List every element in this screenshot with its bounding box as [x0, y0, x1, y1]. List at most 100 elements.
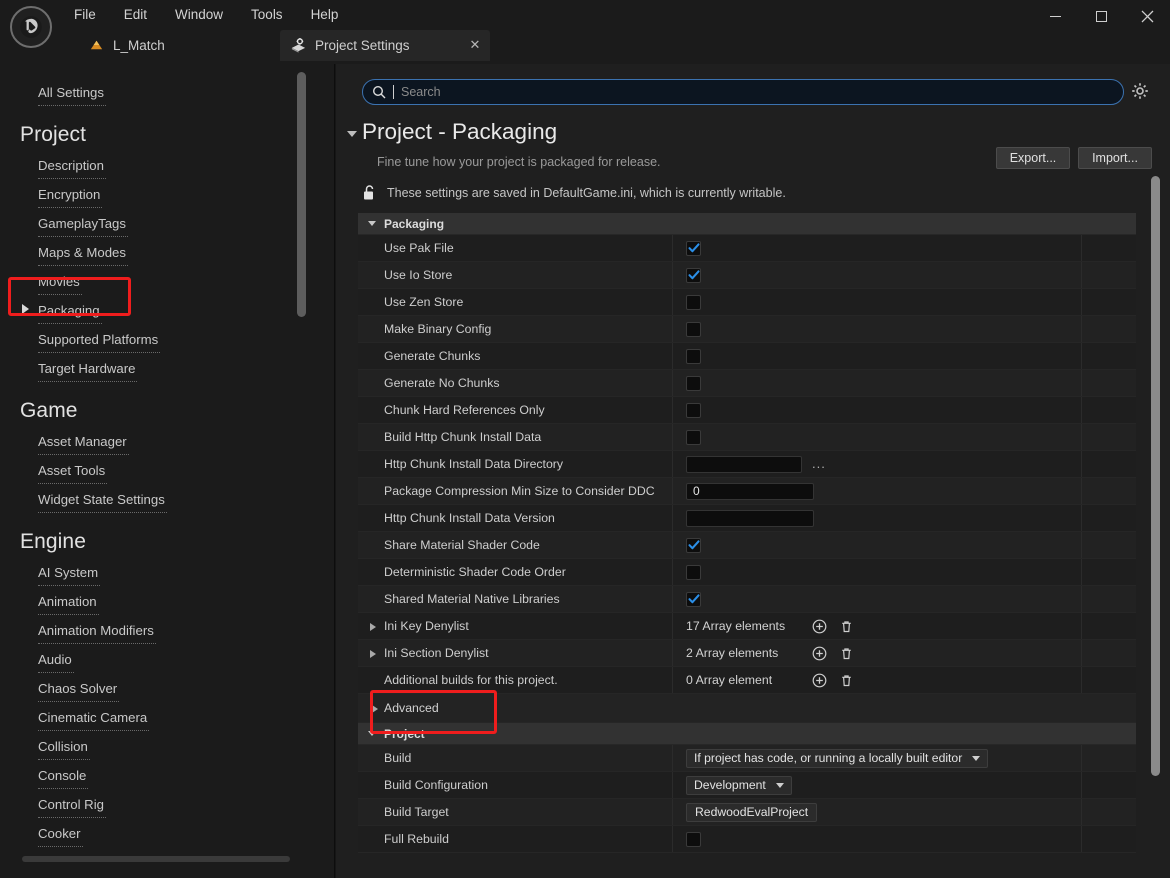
page-collapse-icon[interactable] — [347, 131, 357, 137]
use-pak-file-checkbox[interactable] — [686, 240, 701, 256]
browse-ellipsis-icon[interactable]: ... — [812, 457, 826, 470]
tab-project-settings[interactable]: Project Settings ✕ — [280, 30, 490, 61]
table-row[interactable]: Deterministic Shader Code Order — [358, 559, 1136, 586]
table-row[interactable]: Http Chunk Install Data Version — [358, 505, 1136, 532]
sidebar-item-supported-platforms[interactable]: Supported Platforms — [38, 327, 161, 353]
delete-array-button[interactable] — [838, 618, 855, 635]
table-row[interactable]: Generate Chunks — [358, 343, 1136, 370]
table-row[interactable]: Ini Section Denylist 2 Array elements — [358, 640, 1136, 667]
sidebar-item-widget-state-settings[interactable]: Widget State Settings — [38, 487, 167, 513]
sidebar-item-encryption[interactable]: Encryption — [38, 182, 103, 208]
sidebar-item-animation-modifiers[interactable]: Animation Modifiers — [38, 618, 156, 644]
chunk-hard-references-only-checkbox[interactable] — [686, 402, 701, 418]
sidebar-vertical-scrollbar[interactable] — [297, 72, 306, 317]
add-array-element-button[interactable] — [811, 672, 828, 689]
table-row[interactable]: Full Rebuild — [358, 826, 1136, 853]
shared-material-native-libraries-checkbox[interactable] — [686, 591, 701, 607]
export-button[interactable]: Export... — [996, 147, 1070, 169]
table-row[interactable]: Package Compression Min Size to Consider… — [358, 478, 1136, 505]
sidebar-item-target-hardware[interactable]: Target Hardware — [38, 356, 138, 382]
sidebar-item-asset-tools[interactable]: Asset Tools — [38, 458, 108, 484]
table-row[interactable]: Additional builds for this project. 0 Ar… — [358, 667, 1136, 694]
generate-chunks-checkbox[interactable] — [686, 348, 701, 364]
row-tail — [1081, 772, 1136, 798]
unlock-icon[interactable] — [362, 184, 377, 201]
table-row[interactable]: Http Chunk Install Data Directory ... — [358, 451, 1136, 478]
table-row[interactable]: Build Target RedwoodEvalProject — [358, 799, 1136, 826]
table-row[interactable]: Chunk Hard References Only — [358, 397, 1136, 424]
http-chunk-install-data-directory-input[interactable] — [686, 455, 802, 473]
sidebar-item-audio[interactable]: Audio — [38, 647, 74, 673]
expand-ini-section-denylist-icon[interactable] — [370, 649, 376, 658]
minimize-button[interactable] — [1032, 0, 1078, 32]
add-array-element-button[interactable] — [811, 645, 828, 662]
sidebar-item-control-rig[interactable]: Control Rig — [38, 792, 106, 818]
group-header-project[interactable]: Project — [358, 723, 1136, 745]
sidebar-item-ai-system[interactable]: AI System — [38, 560, 101, 586]
generate-no-chunks-checkbox[interactable] — [686, 375, 701, 391]
table-row[interactable]: Shared Material Native Libraries — [358, 586, 1136, 613]
sidebar-item-cooker[interactable]: Cooker — [38, 821, 83, 847]
checkmark-icon — [687, 243, 700, 253]
package-compression-min-size-input[interactable]: 0 — [686, 482, 814, 500]
add-array-element-button[interactable] — [811, 618, 828, 635]
tab-close-icon[interactable]: ✕ — [468, 37, 482, 52]
advanced-section-toggle[interactable]: Advanced — [358, 694, 1136, 723]
row-tail — [1081, 559, 1136, 585]
menu-item-help[interactable]: Help — [299, 2, 351, 28]
full-rebuild-checkbox[interactable] — [686, 831, 701, 847]
share-material-shader-code-checkbox[interactable] — [686, 537, 701, 553]
build-configuration-dropdown[interactable]: Development — [686, 775, 792, 795]
http-chunk-install-data-version-input[interactable] — [686, 509, 814, 527]
sidebar-item-console[interactable]: Console — [38, 763, 89, 789]
sidebar-item-description[interactable]: Description — [38, 153, 106, 179]
group-header-packaging[interactable]: Packaging — [358, 213, 1136, 235]
menu-item-edit[interactable]: Edit — [112, 2, 159, 28]
table-row[interactable]: Build Http Chunk Install Data — [358, 424, 1136, 451]
table-row[interactable]: Use Zen Store — [358, 289, 1136, 316]
close-window-button[interactable] — [1124, 0, 1170, 32]
table-row[interactable]: Make Binary Config — [358, 316, 1136, 343]
make-binary-config-checkbox[interactable] — [686, 321, 701, 337]
expand-advanced-icon[interactable] — [372, 704, 378, 713]
table-row[interactable]: Build If project has code, or running a … — [358, 745, 1136, 772]
expand-ini-key-denylist-icon[interactable] — [370, 622, 376, 631]
table-row[interactable]: Build Configuration Development — [358, 772, 1136, 799]
build-target-field[interactable]: RedwoodEvalProject — [686, 802, 818, 822]
sidebar-item-asset-manager[interactable]: Asset Manager — [38, 429, 129, 455]
sidebar-item-maps-and-modes[interactable]: Maps & Modes — [38, 240, 128, 266]
maximize-button[interactable] — [1078, 0, 1124, 32]
deterministic-shader-code-order-checkbox[interactable] — [686, 564, 701, 580]
sidebar-item-movies[interactable]: Movies — [38, 269, 82, 295]
menu-item-file[interactable]: File — [62, 2, 108, 28]
sidebar-item-collision[interactable]: Collision — [38, 734, 90, 760]
table-row[interactable]: Generate No Chunks — [358, 370, 1136, 397]
build-dropdown[interactable]: If project has code, or running a locall… — [686, 748, 989, 768]
sidebar-item-chaos-solver[interactable]: Chaos Solver — [38, 676, 120, 702]
build-http-chunk-install-data-checkbox[interactable] — [686, 429, 701, 445]
use-zen-store-checkbox[interactable] — [686, 294, 701, 310]
menu-item-tools[interactable]: Tools — [239, 2, 295, 28]
menu-item-window[interactable]: Window — [163, 2, 235, 28]
delete-array-button[interactable] — [838, 672, 855, 689]
sidebar-item-animation[interactable]: Animation — [38, 589, 99, 615]
settings-gear-button[interactable] — [1130, 81, 1152, 103]
tab-l-match[interactable]: L_Match — [78, 30, 175, 61]
row-tail — [1081, 316, 1136, 342]
sidebar-item-all-settings[interactable]: All Settings — [38, 80, 106, 106]
import-button[interactable]: Import... — [1078, 147, 1152, 169]
sidebar-item-crowd-manager[interactable]: Crowd Manager — [38, 850, 134, 855]
sidebar-horizontal-scrollbar[interactable] — [22, 856, 290, 862]
delete-array-button[interactable] — [838, 645, 855, 662]
table-row[interactable]: Use Io Store — [358, 262, 1136, 289]
sidebar-item-gameplaytags[interactable]: GameplayTags — [38, 211, 128, 237]
table-row[interactable]: Share Material Shader Code — [358, 532, 1136, 559]
sidebar-item-packaging[interactable]: Packaging — [38, 298, 102, 324]
sidebar-expand-packaging-icon[interactable] — [22, 304, 29, 314]
use-io-store-checkbox[interactable] — [686, 267, 701, 283]
search-input[interactable]: Search — [362, 79, 1124, 105]
sidebar-item-cinematic-camera[interactable]: Cinematic Camera — [38, 705, 150, 731]
table-row[interactable]: Use Pak File — [358, 235, 1136, 262]
main-vertical-scrollbar[interactable] — [1151, 176, 1160, 776]
table-row[interactable]: Ini Key Denylist 17 Array elements — [358, 613, 1136, 640]
